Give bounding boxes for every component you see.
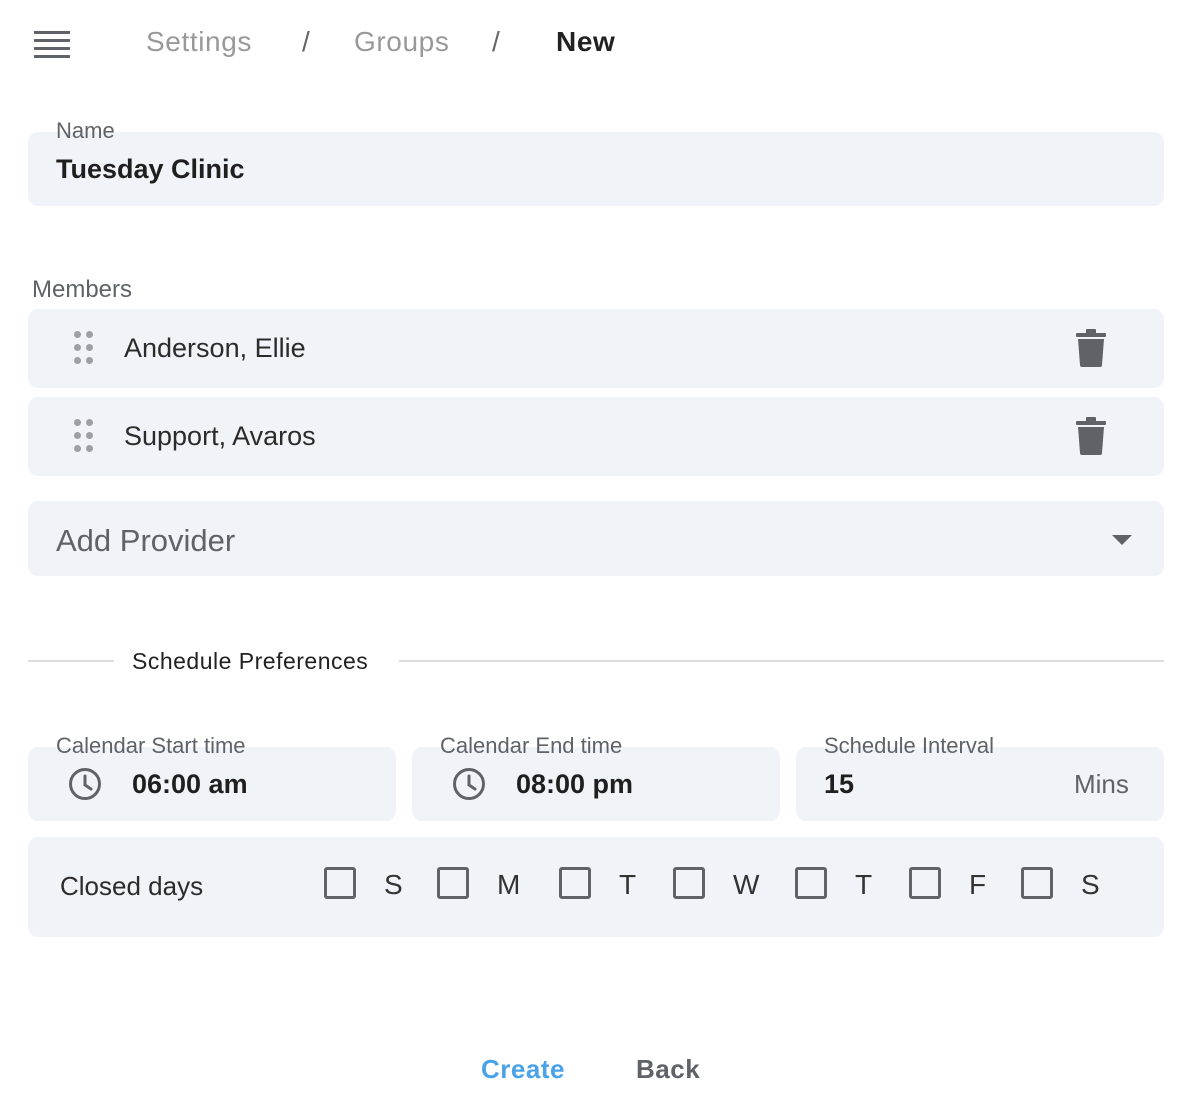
breadcrumb-current: New	[556, 26, 616, 57]
breadcrumb-settings[interactable]: Settings	[146, 26, 252, 58]
member-name: Anderson, Ellie	[124, 333, 306, 363]
calendar-end-time-field[interactable]: Calendar End time 08:00 pm	[412, 733, 780, 821]
back-button[interactable]: Back	[636, 1054, 700, 1085]
closed-day-wednesday[interactable]: W	[673, 867, 773, 907]
member-row: Support, Avaros	[28, 397, 1164, 476]
member-name: Support, Avaros	[124, 421, 316, 451]
interval-value[interactable]: 15	[824, 769, 854, 800]
closed-days-row: Closed days S M T W T F S	[28, 837, 1164, 937]
breadcrumb-groups[interactable]: Groups	[354, 26, 449, 58]
day-label: S	[1081, 869, 1100, 900]
breadcrumb-separator: /	[492, 26, 501, 57]
end-time-label: Calendar End time	[440, 733, 623, 758]
member-row: Anderson, Ellie	[28, 309, 1164, 388]
name-label: Name	[56, 118, 115, 143]
day-label: M	[497, 869, 521, 900]
divider	[28, 660, 114, 662]
closed-day-thursday[interactable]: T	[795, 867, 895, 907]
closed-day-monday[interactable]: M	[437, 867, 537, 907]
day-label: T	[855, 869, 873, 900]
closed-day-tuesday[interactable]: T	[559, 867, 659, 907]
divider	[399, 660, 1164, 662]
checkbox[interactable]	[1021, 867, 1053, 899]
day-label: F	[969, 869, 987, 900]
add-provider-select[interactable]: Add Provider	[28, 501, 1164, 576]
breadcrumb-separator: /	[302, 26, 311, 57]
closed-day-saturday[interactable]: S	[1021, 867, 1121, 907]
drag-handle-icon[interactable]	[74, 419, 96, 453]
calendar-start-time-field[interactable]: Calendar Start time 06:00 am	[28, 733, 396, 821]
add-provider-placeholder: Add Provider	[56, 523, 236, 558]
checkbox[interactable]	[909, 867, 941, 899]
drag-handle-icon[interactable]	[74, 331, 96, 365]
start-time-value[interactable]: 06:00 am	[132, 769, 248, 800]
end-time-value[interactable]: 08:00 pm	[516, 769, 633, 800]
day-label: T	[619, 869, 637, 900]
trash-icon[interactable]	[1076, 329, 1106, 367]
chevron-down-icon[interactable]	[1112, 535, 1132, 545]
closed-day-sunday[interactable]: S	[324, 867, 424, 907]
interval-label: Schedule Interval	[824, 733, 994, 758]
closed-day-friday[interactable]: F	[909, 867, 1009, 907]
closed-days-label: Closed days	[60, 871, 204, 901]
day-label: W	[733, 869, 760, 900]
day-label: S	[384, 869, 403, 900]
schedule-preferences-title: Schedule Preferences	[132, 648, 369, 674]
checkbox[interactable]	[437, 867, 469, 899]
checkbox[interactable]	[673, 867, 705, 899]
interval-unit: Mins	[1074, 769, 1129, 799]
name-value[interactable]: Tuesday Clinic	[56, 154, 245, 185]
clock-icon	[453, 768, 485, 800]
checkbox[interactable]	[795, 867, 827, 899]
clock-icon	[69, 768, 101, 800]
members-label: Members	[32, 276, 133, 303]
checkbox[interactable]	[559, 867, 591, 899]
trash-icon[interactable]	[1076, 417, 1106, 455]
start-time-label: Calendar Start time	[56, 733, 246, 758]
menu-icon[interactable]	[34, 30, 70, 58]
create-button[interactable]: Create	[481, 1054, 565, 1085]
checkbox[interactable]	[324, 867, 356, 899]
schedule-interval-field[interactable]: Schedule Interval 15 Mins	[796, 733, 1164, 821]
name-field[interactable]: Name Tuesday Clinic	[28, 118, 1164, 206]
